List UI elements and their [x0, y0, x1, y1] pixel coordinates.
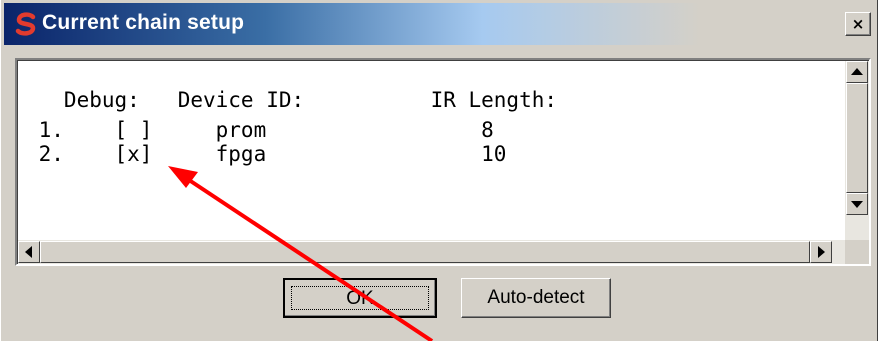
- left-arrow-icon: [25, 246, 32, 258]
- column-header: Debug: Device ID: IR Length:: [26, 88, 558, 112]
- s-logo-icon: [15, 12, 36, 36]
- chain-setup-dialog: Current chain setup × Debug: Device ID: …: [0, 0, 878, 341]
- title-bar[interactable]: Current chain setup ×: [4, 3, 874, 45]
- ok-button[interactable]: OK: [283, 278, 437, 318]
- chain-text-area[interactable]: Debug: Device ID: IR Length: 1. [ ] prom…: [15, 58, 871, 266]
- scroll-left-button[interactable]: [18, 241, 40, 263]
- right-arrow-icon: [818, 246, 825, 258]
- up-arrow-icon: [851, 68, 863, 75]
- horizontal-scroll-thumb[interactable]: [40, 241, 810, 263]
- chain-row: 2. [x] fpga 10: [26, 142, 507, 166]
- scroll-down-button[interactable]: [846, 193, 868, 215]
- down-arrow-icon: [851, 201, 863, 208]
- auto-detect-button[interactable]: Auto-detect: [461, 278, 611, 318]
- scroll-right-button[interactable]: [810, 241, 832, 263]
- auto-detect-button-label: Auto-detect: [487, 287, 585, 308]
- close-button[interactable]: ×: [845, 12, 871, 36]
- text-content[interactable]: Debug: Device ID: IR Length: 1. [ ] prom…: [18, 61, 846, 241]
- scrollbar-corner: [845, 240, 869, 264]
- close-icon: ×: [851, 15, 865, 33]
- vertical-scroll-thumb[interactable]: [846, 83, 868, 193]
- scroll-up-button[interactable]: [846, 61, 868, 83]
- window-title: Current chain setup: [42, 11, 245, 34]
- chain-row: 1. [ ] prom 8: [26, 118, 494, 142]
- focus-rect: OK: [291, 286, 429, 310]
- ok-button-label: OK: [346, 288, 374, 309]
- horizontal-scrollbar[interactable]: [18, 240, 846, 264]
- vertical-scrollbar[interactable]: [845, 61, 869, 241]
- text-area-bevel: Debug: Device ID: IR Length: 1. [ ] prom…: [17, 60, 869, 264]
